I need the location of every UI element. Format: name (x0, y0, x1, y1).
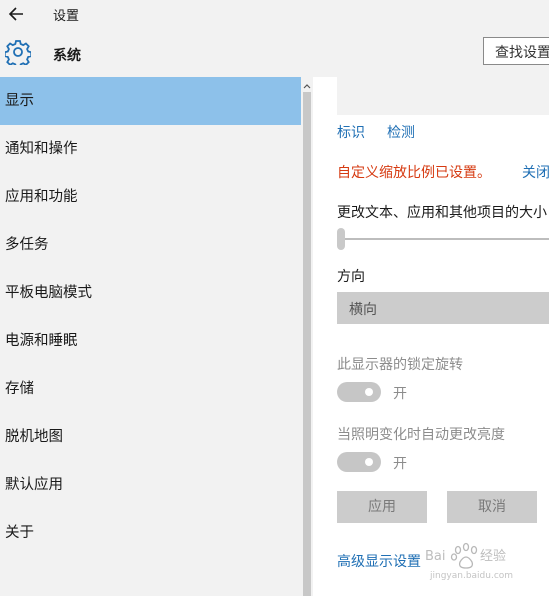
custom-scaling-notice: 自定义缩放比例已设置。 (337, 165, 491, 181)
sidebar-item-multitasking[interactable]: 多任务 (0, 221, 301, 269)
page-title: 系统 (53, 48, 81, 64)
orientation-label: 方向 (337, 269, 365, 285)
sidebar: 显示 通知和操作 应用和功能 多任务 平板电脑模式 电源和睡眠 存储 脱机地图 … (0, 77, 301, 596)
advanced-display-settings-link[interactable]: 高级显示设置 (337, 551, 421, 571)
orientation-dropdown[interactable]: 横向 (337, 292, 549, 324)
rotation-lock-state: 开 (393, 386, 407, 402)
scale-slider-track[interactable] (337, 238, 549, 240)
sidebar-item-offline-maps[interactable]: 脱机地图 (0, 413, 301, 461)
sidebar-item-about[interactable]: 关于 (0, 509, 301, 557)
auto-brightness-label: 当照明变化时自动更改亮度 (337, 427, 505, 443)
scale-slider-thumb[interactable] (337, 228, 345, 250)
rotation-lock-toggle[interactable] (337, 382, 381, 402)
page-header: 系统 查找设置 (0, 28, 549, 77)
rotation-lock-label: 此显示器的锁定旋转 (337, 357, 463, 373)
sidebar-item-power-sleep[interactable]: 电源和睡眠 (0, 317, 301, 365)
toggle-knob (365, 458, 373, 466)
chevron-up-icon (303, 84, 311, 89)
scrollbar-thumb[interactable] (303, 92, 311, 596)
sidebar-item-display[interactable]: 显示 (0, 77, 301, 125)
auto-brightness-state: 开 (393, 456, 407, 472)
sidebar-item-tablet-mode[interactable]: 平板电脑模式 (0, 269, 301, 317)
toggle-knob (365, 388, 373, 396)
scroll-up-button[interactable] (301, 77, 313, 89)
cancel-button[interactable]: 取消 (447, 491, 537, 523)
detect-link[interactable]: 检测 (387, 122, 415, 142)
identify-link[interactable]: 标识 (337, 122, 365, 142)
sidebar-item-notifications[interactable]: 通知和操作 (0, 125, 301, 173)
search-input[interactable]: 查找设置 (483, 37, 549, 65)
back-arrow-icon (8, 7, 23, 21)
sidebar-item-apps-features[interactable]: 应用和功能 (0, 173, 301, 221)
close-notice-link[interactable]: 关闭 (522, 162, 549, 182)
auto-brightness-toggle[interactable] (337, 452, 381, 472)
back-button[interactable] (6, 4, 28, 24)
title-bar: 设置 (0, 0, 549, 28)
gear-icon (5, 40, 31, 65)
scale-label: 更改文本、应用和其他项目的大小 (337, 205, 547, 221)
sidebar-item-storage[interactable]: 存储 (0, 365, 301, 413)
window-title: 设置 (53, 9, 80, 24)
sidebar-item-default-apps[interactable]: 默认应用 (0, 461, 301, 509)
apply-button[interactable]: 应用 (337, 491, 427, 523)
display-settings-panel: 标识 检测 自定义缩放比例已设置。 关闭 更改文本、应用和其他项目的大小 方向 … (313, 77, 549, 596)
display-preview[interactable] (337, 77, 549, 115)
